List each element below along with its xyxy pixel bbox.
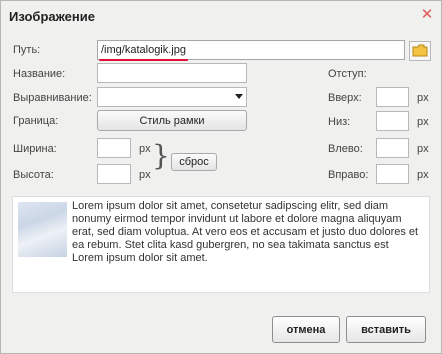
- height-unit: px: [139, 169, 151, 181]
- preview-text: Lorem ipsum dolor sit amet, consetetur s…: [72, 200, 419, 264]
- offset-left-label: Влево:: [328, 143, 363, 155]
- offset-top-input[interactable]: [376, 87, 409, 107]
- offset-right-unit: px: [417, 169, 429, 181]
- chevron-down-icon: [235, 94, 243, 99]
- height-label: Высота:: [13, 169, 54, 181]
- close-icon[interactable]: ✕: [419, 7, 435, 23]
- offset-top-unit: px: [417, 92, 429, 104]
- path-input[interactable]: [97, 40, 405, 60]
- align-select[interactable]: [97, 87, 247, 107]
- offset-left-unit: px: [417, 143, 429, 155]
- path-label: Путь:: [13, 44, 41, 56]
- brace-icon: }: [152, 139, 170, 172]
- align-label: Выравнивание:: [13, 92, 92, 104]
- offset-bottom-input[interactable]: [376, 111, 409, 131]
- border-label: Граница:: [13, 115, 59, 127]
- insert-button[interactable]: вставить: [346, 316, 426, 343]
- height-input[interactable]: [97, 164, 131, 184]
- border-style-button[interactable]: Стиль рамки: [97, 110, 247, 131]
- offset-right-input[interactable]: [376, 164, 409, 184]
- dialog-titlebar: Изображение ✕: [1, 1, 441, 31]
- reset-button[interactable]: сброс: [171, 153, 217, 171]
- spellcheck-underline: [99, 59, 188, 61]
- offset-bottom-label: Низ:: [328, 116, 351, 128]
- image-dialog: Изображение ✕ Путь: Название: Выравниван…: [0, 0, 442, 354]
- folder-icon: [412, 44, 428, 57]
- preview-box: Lorem ipsum dolor sit amet, consetetur s…: [12, 196, 430, 293]
- width-label: Ширина:: [13, 143, 57, 155]
- offset-left-input[interactable]: [376, 138, 409, 158]
- dialog-title: Изображение: [9, 9, 95, 24]
- width-unit: px: [139, 143, 151, 155]
- name-input[interactable]: [97, 63, 247, 83]
- offset-right-label: Вправо:: [328, 169, 369, 181]
- offset-label: Отступ:: [328, 68, 367, 80]
- cancel-button[interactable]: отмена: [272, 316, 340, 343]
- offset-bottom-unit: px: [417, 116, 429, 128]
- browse-button[interactable]: [409, 41, 431, 61]
- width-input[interactable]: [97, 138, 131, 158]
- name-label: Название:: [13, 68, 66, 80]
- offset-top-label: Вверх:: [328, 92, 362, 104]
